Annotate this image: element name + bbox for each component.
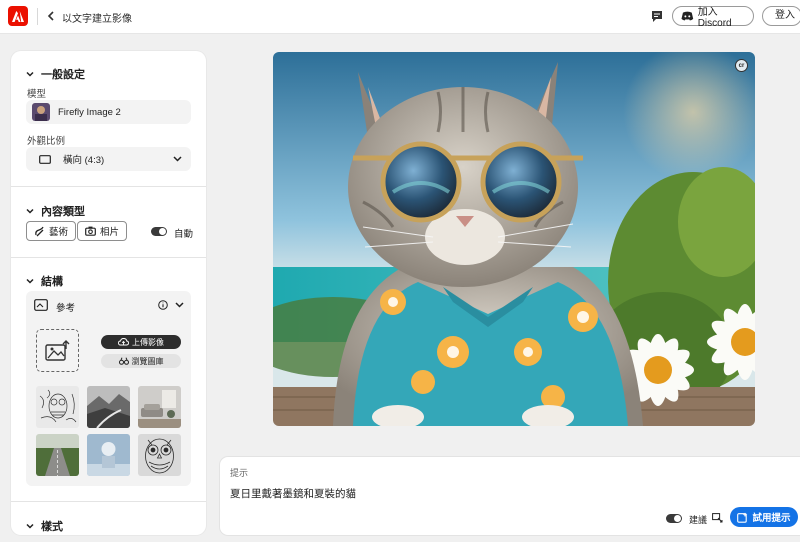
generate-label: 試用提示 [752,513,791,524]
settings-panel: 一般設定 模型 Firefly Image 2 外觀比例 橫向 (4:3) 內容… [11,51,206,535]
aspect-ratio-dropdown[interactable]: 橫向 (4:3) [26,147,191,171]
thumbnail-highway-field[interactable] [36,434,79,476]
suggestion-icon[interactable] [712,513,723,523]
model-thumbnail-icon [32,103,50,121]
thumbnail-owl-sketch[interactable] [36,386,79,428]
sparkle-edit-icon [737,512,748,523]
chevron-down-icon [173,156,182,162]
suggestions-toggle[interactable] [666,514,682,523]
photo-label: 相片 [100,227,120,238]
browse-gallery-label: 瀏覽圖庫 [131,356,164,366]
thumbnail-owl-pattern[interactable] [138,434,181,476]
model-label: 模型 [27,89,47,100]
thumbnail-living-room[interactable] [138,386,181,428]
aspect-ratio-label: 外觀比例 [27,136,66,147]
landscape-icon [39,154,51,164]
adobe-logo-icon[interactable] [8,6,28,26]
upload-image-label: 上傳影像 [132,337,164,347]
structure-reference-box: 參考 上傳影像 瀏覽圖庫 [26,291,191,486]
content-type-heading: 內容類型 [41,206,85,218]
auto-toggle[interactable] [151,227,167,236]
back-arrow-icon[interactable] [44,8,58,24]
info-icon[interactable] [158,300,168,310]
model-value: Firefly Image 2 [58,106,121,118]
general-settings-header[interactable]: 一般設定 [26,66,85,82]
suggestions-label: 建議 [689,515,708,525]
section-divider [11,257,206,258]
upload-image-button[interactable]: 上傳影像 [101,335,181,349]
binoculars-icon [118,357,129,365]
prompt-panel: 提示 夏日里戴著墨鏡和夏裝的貓 建議 試用提示 [220,457,800,535]
camera-icon [85,226,96,236]
chevron-down-icon [26,71,34,77]
chevron-down-icon [26,208,34,214]
chevron-down-icon[interactable] [175,301,184,309]
page-title: 以文字建立影像 [62,14,132,25]
discord-icon [681,11,694,21]
section-divider [11,501,206,502]
thumbnail-mountain-road[interactable] [87,386,130,428]
sign-in-button[interactable]: 登入 [762,6,800,26]
generate-button[interactable]: 試用提示 [730,507,798,527]
model-selector[interactable]: Firefly Image 2 [26,100,191,124]
cloud-upload-icon [118,338,129,346]
browse-gallery-button[interactable]: 瀏覽圖庫 [101,354,181,368]
structure-heading: 結構 [41,276,63,288]
feedback-icon[interactable] [650,9,664,23]
reference-image-icon [34,299,48,311]
header-divider [37,8,38,25]
art-button[interactable]: 藝術 [26,221,77,241]
top-bar: 以文字建立影像 加入 Discord 登入 [0,0,800,34]
generated-image[interactable] [273,52,755,426]
prompt-input[interactable]: 夏日里戴著墨鏡和夏裝的貓 [230,486,356,501]
general-settings-heading: 一般設定 [41,69,85,81]
discord-label: 加入 Discord [697,7,732,29]
reference-label: 參考 [56,303,76,314]
image-upload-icon [44,339,69,361]
style-header[interactable]: 樣式 [26,518,63,534]
aspect-ratio-value: 橫向 (4:3) [63,155,105,166]
art-label: 藝術 [49,227,69,238]
art-icon [35,226,44,236]
style-heading: 樣式 [41,521,63,533]
content-type-header[interactable]: 內容類型 [26,203,85,219]
join-discord-button[interactable]: 加入 Discord [672,6,754,29]
thumbnail-sphere-pedestal[interactable] [87,434,130,476]
photo-button[interactable]: 相片 [77,221,128,241]
structure-header[interactable]: 結構 [26,273,63,289]
section-divider [11,186,206,187]
auto-label: 自動 [174,229,194,240]
content-credentials-icon[interactable]: cr [735,59,748,72]
prompt-label: 提示 [230,468,249,478]
upload-drop-zone[interactable] [36,329,79,372]
chevron-down-icon [26,278,34,284]
chevron-down-icon [26,523,34,529]
